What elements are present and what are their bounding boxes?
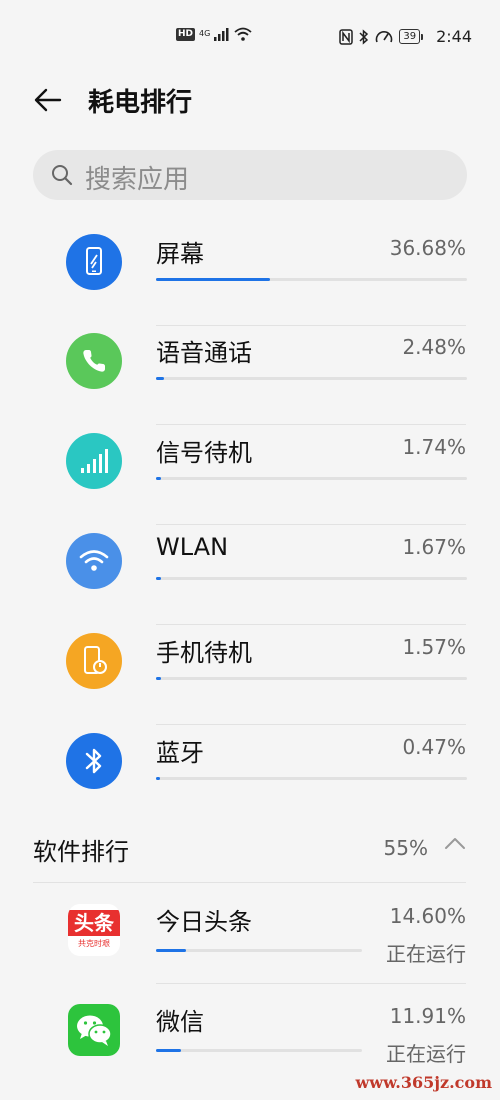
hardware-item-screen[interactable]: 屏幕 36.68% xyxy=(0,226,500,326)
hardware-name: WLAN xyxy=(156,533,229,561)
hardware-item-wlan[interactable]: WLAN 1.67% xyxy=(0,525,500,625)
app-item-toutiao[interactable]: 头条 共克时艰 今日头条 14.60% 正在运行 xyxy=(0,884,500,984)
usage-bar-fill xyxy=(156,377,164,380)
app-name: 微信 xyxy=(156,1008,204,1036)
hd-badge: HD xyxy=(176,27,196,41)
divider xyxy=(33,882,466,883)
usage-bar-fill xyxy=(156,577,161,580)
nfc-icon xyxy=(339,28,354,45)
phone-standby-icon xyxy=(66,633,122,689)
back-button[interactable] xyxy=(30,84,66,116)
phone-call-icon xyxy=(66,333,122,389)
usage-bar xyxy=(156,777,467,780)
phone-screen-icon xyxy=(66,234,122,290)
section-title: 软件排行 xyxy=(33,838,129,866)
cell-signal-icon xyxy=(214,28,229,41)
usage-bar-fill xyxy=(156,677,161,680)
usage-bar xyxy=(156,677,467,680)
usage-bar-fill xyxy=(156,1049,181,1052)
wifi-status-icon xyxy=(234,27,252,41)
hardware-percent: 1.74% xyxy=(402,435,466,459)
speedometer-icon xyxy=(376,30,393,42)
header: 耗电排行 xyxy=(0,76,500,124)
search-placeholder: 搜索应用 xyxy=(85,165,190,195)
chevron-up-icon[interactable] xyxy=(444,836,466,850)
app-percent: 14.60% xyxy=(389,904,466,928)
watermark: www.365jz.com xyxy=(355,1073,492,1092)
app-item-wechat[interactable]: 微信 11.91% 正在运行 xyxy=(0,984,500,1084)
status-bar: HD 4G 39 2:44 xyxy=(0,0,500,76)
status-right: 39 2:44 xyxy=(339,27,472,46)
hardware-item-voice-call[interactable]: 语音通话 2.48% xyxy=(0,325,500,425)
toutiao-logo-text: 头条 xyxy=(68,910,120,936)
software-section-header[interactable]: 软件排行 55% xyxy=(0,826,500,870)
usage-bar-fill xyxy=(156,278,270,281)
bluetooth-icon xyxy=(66,733,122,789)
clock: 2:44 xyxy=(436,27,472,46)
section-percent: 55% xyxy=(383,836,428,860)
search-icon xyxy=(52,165,73,186)
hardware-item-bluetooth[interactable]: 蓝牙 0.47% xyxy=(0,725,500,825)
usage-bar xyxy=(156,949,362,952)
hardware-percent: 2.48% xyxy=(402,335,466,359)
page-title: 耗电排行 xyxy=(88,88,193,118)
wifi-icon xyxy=(66,533,122,589)
usage-bar-fill xyxy=(156,477,161,480)
hardware-percent: 1.67% xyxy=(402,535,466,559)
arrow-left-icon xyxy=(34,88,62,112)
wechat-logo xyxy=(68,1004,120,1056)
signal-bars-icon xyxy=(66,433,122,489)
hardware-percent: 36.68% xyxy=(389,236,466,260)
toutiao-logo-subtext: 共克时艰 xyxy=(78,939,110,948)
usage-bar-fill xyxy=(156,777,160,780)
app-percent: 11.91% xyxy=(389,1004,466,1028)
app-name: 今日头条 xyxy=(156,908,252,936)
usage-bar-fill xyxy=(156,949,186,952)
toutiao-logo: 头条 共克时艰 xyxy=(68,904,120,956)
usage-bar xyxy=(156,278,467,281)
hardware-name: 语音通话 xyxy=(156,339,252,367)
bluetooth-status-icon xyxy=(359,28,369,45)
search-input[interactable]: 搜索应用 xyxy=(33,150,467,200)
usage-bar xyxy=(156,577,467,580)
battery-icon: 39 xyxy=(399,29,423,44)
usage-bar xyxy=(156,477,467,480)
hardware-percent: 1.57% xyxy=(402,635,466,659)
hardware-name: 信号待机 xyxy=(156,439,252,467)
usage-bar xyxy=(156,377,467,380)
hardware-name: 蓝牙 xyxy=(156,739,204,767)
hardware-name: 手机待机 xyxy=(156,639,252,667)
usage-bar xyxy=(156,1049,362,1052)
status-left: HD 4G xyxy=(176,27,252,41)
hardware-item-phone-standby[interactable]: 手机待机 1.57% xyxy=(0,625,500,725)
app-status: 正在运行 xyxy=(386,942,466,966)
hardware-item-signal-standby[interactable]: 信号待机 1.74% xyxy=(0,425,500,525)
network-label: 4G xyxy=(199,29,211,38)
app-status: 正在运行 xyxy=(386,1042,466,1066)
hardware-percent: 0.47% xyxy=(402,735,466,759)
hardware-name: 屏幕 xyxy=(156,240,204,268)
